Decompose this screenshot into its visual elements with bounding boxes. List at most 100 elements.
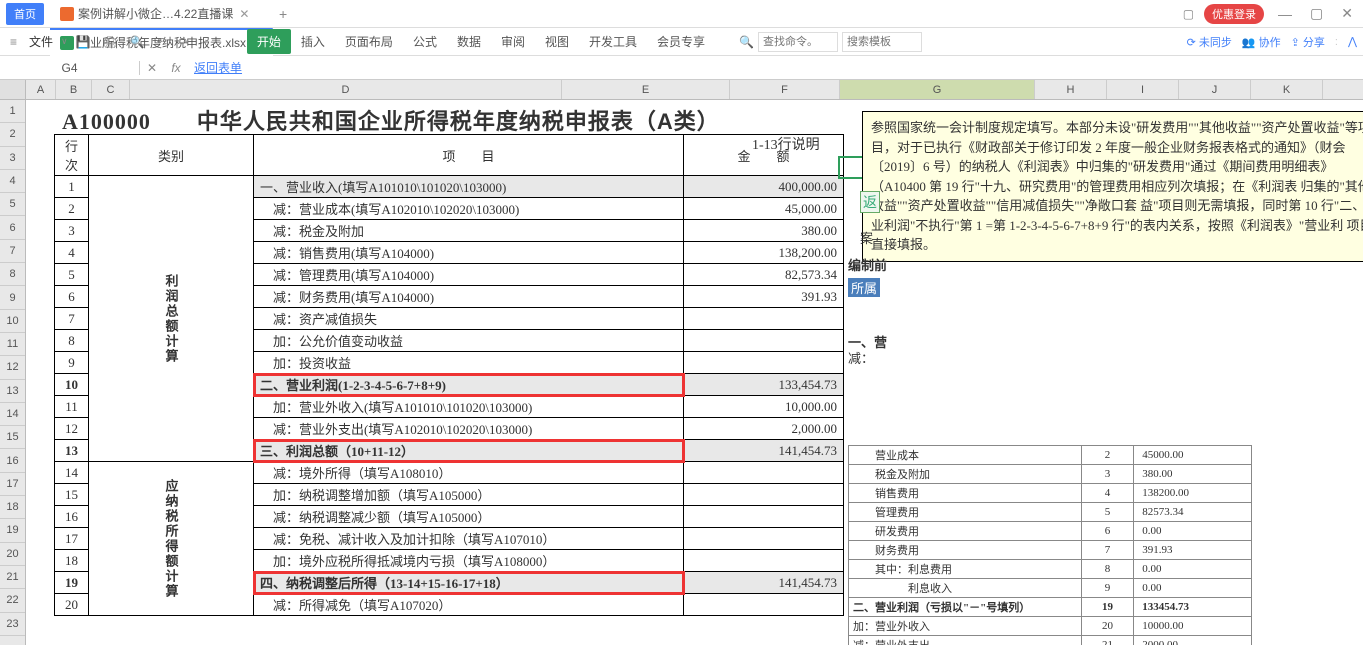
row-header[interactable]: 10 — [0, 310, 25, 333]
hc-cell: 13 — [55, 440, 89, 462]
print-icon[interactable]: 🖨 — [99, 35, 122, 49]
row-header[interactable]: 5 — [0, 193, 25, 216]
fx-icon[interactable]: fx — [164, 61, 188, 75]
ribbon-tab-8[interactable]: 会员专享 — [647, 29, 715, 54]
col-header[interactable]: B — [56, 80, 92, 99]
cancel-formula-icon[interactable]: ✕ — [140, 61, 164, 75]
col-header[interactable]: C — [92, 80, 130, 99]
xm-cell: 减：营业外支出(填写A102010\102020\103000) — [254, 418, 684, 440]
close-window-button[interactable]: ✕ — [1337, 5, 1357, 22]
ribbon-tab-5[interactable]: 审阅 — [491, 29, 535, 54]
category-cell: 应纳税所得额计算 — [89, 462, 254, 616]
formula-input[interactable]: 返回表单 — [188, 59, 1363, 76]
col-header[interactable]: D — [130, 80, 562, 99]
minimize-button[interactable]: — — [1274, 6, 1296, 22]
app-menu-icon[interactable]: ≡ — [6, 35, 21, 49]
tab-label: 案例讲解小微企…4.22直播课 — [78, 5, 233, 22]
sync-status[interactable]: ⟳ 未同步 — [1187, 34, 1232, 50]
new-tab-button[interactable]: + — [273, 6, 293, 22]
row-header[interactable]: 12 — [0, 356, 25, 379]
collab-button[interactable]: 👥 协作 — [1242, 34, 1281, 50]
row-header[interactable]: 17 — [0, 473, 25, 496]
row-header[interactable]: 8 — [0, 263, 25, 286]
row-header[interactable]: 15 — [0, 426, 25, 449]
col-header[interactable]: F — [730, 80, 840, 99]
xm-cell: 减：纳税调整减少额（填写A105000） — [254, 506, 684, 528]
search-command-input[interactable] — [758, 32, 838, 52]
sub-c2: 2 — [1081, 446, 1133, 465]
home-tab[interactable]: 首页 — [6, 3, 44, 25]
xm-cell: 减：资产减值损失 — [254, 308, 684, 330]
hc-cell: 20 — [55, 594, 89, 616]
row-header[interactable]: 23 — [0, 613, 25, 636]
col-header[interactable]: J — [1179, 80, 1251, 99]
hc-cell: 1 — [55, 176, 89, 198]
col-header[interactable]: K — [1251, 80, 1323, 99]
row-header[interactable]: 1 — [0, 100, 25, 123]
col-header[interactable]: I — [1107, 80, 1179, 99]
undo-icon[interactable]: ↶ — [153, 35, 171, 49]
ribbon-tab-2[interactable]: 页面布局 — [335, 29, 403, 54]
more-icon[interactable]: ⋀ — [1348, 35, 1357, 48]
je-cell: 82,573.34 — [684, 264, 844, 286]
table-row: 1利润总额计算一、营业收入(填写A101010\101020\103000)40… — [55, 176, 844, 198]
sub-c1: 研发费用 — [849, 522, 1082, 541]
row-header[interactable]: 13 — [0, 380, 25, 403]
xm-cell: 减：销售费用(填写A104000) — [254, 242, 684, 264]
name-box[interactable]: G4 — [0, 61, 140, 75]
search-template-input[interactable] — [842, 32, 922, 52]
sub-c3: 2000.00 — [1134, 636, 1252, 645]
ribbon-tab-3[interactable]: 公式 — [403, 29, 447, 54]
select-all-corner[interactable] — [0, 80, 26, 99]
row-header[interactable]: 11 — [0, 333, 25, 356]
row-header[interactable]: 18 — [0, 496, 25, 519]
redo-icon[interactable]: ↷ — [175, 35, 193, 49]
ribbon-tab-1[interactable]: 插入 — [291, 29, 335, 54]
sub-c2: 20 — [1081, 617, 1133, 636]
row-header[interactable]: 3 — [0, 147, 25, 170]
ribbon-tab-6[interactable]: 视图 — [535, 29, 579, 54]
maximize-button[interactable]: ▢ — [1306, 5, 1327, 22]
xm-cell: 减：营业成本(填写A102010\102020\103000) — [254, 198, 684, 220]
row-header[interactable]: 19 — [0, 519, 25, 542]
sheet-area: ABCDEFGHIJK 1234567891011121314151617181… — [0, 80, 1363, 645]
row-header[interactable]: 16 — [0, 449, 25, 472]
row-header[interactable]: 9 — [0, 286, 25, 309]
table-row: 营业成本245000.00 — [849, 446, 1252, 465]
col-header[interactable]: G — [840, 80, 1035, 99]
document-tab[interactable]: 案例讲解小微企…4.22直播课 ✕ — [50, 0, 273, 28]
col-header[interactable]: H — [1035, 80, 1107, 99]
je-cell — [684, 550, 844, 572]
row-header[interactable]: 20 — [0, 543, 25, 566]
sub-c2: 8 — [1081, 560, 1133, 579]
col-header[interactable]: A — [26, 80, 56, 99]
ribbon-tab-4[interactable]: 数据 — [447, 29, 491, 54]
table-row: 管理费用582573.34 — [849, 503, 1252, 522]
ribbon-tab-0[interactable]: 开始 — [247, 29, 291, 54]
row-header[interactable]: 6 — [0, 216, 25, 239]
row-header[interactable]: 21 — [0, 566, 25, 589]
row-header[interactable]: 7 — [0, 240, 25, 263]
close-tab-icon[interactable]: ✕ — [239, 7, 249, 21]
file-menu[interactable]: 文件 — [25, 33, 57, 50]
sub-c2: 19 — [1081, 598, 1133, 617]
sub-c1: 利息收入 — [849, 579, 1082, 598]
return-badge[interactable]: 返 — [860, 191, 880, 213]
preview-icon[interactable]: 🔍 — [126, 35, 149, 49]
table-row: 14应纳税所得额计算 减：境外所得（填写A108010） — [55, 462, 844, 484]
je-cell: 391.93 — [684, 286, 844, 308]
file-dropdown-icon[interactable]: ∨ — [61, 36, 68, 47]
row-header[interactable]: 4 — [0, 170, 25, 193]
row-header[interactable]: 14 — [0, 403, 25, 426]
cells-area[interactable]: A100000 中华人民共和国企业所得税年度纳税申报表（A类） 行次 类别 项 … — [26, 100, 1363, 645]
share-button[interactable]: ⇪ 分享 — [1291, 34, 1325, 50]
sub-c1: 销售费用 — [849, 484, 1082, 503]
col-header[interactable]: E — [562, 80, 730, 99]
row-header[interactable]: 2 — [0, 123, 25, 146]
save-icon[interactable]: 💾 — [72, 35, 95, 49]
table-row: 减：营业外支出212000.00 — [849, 636, 1252, 645]
login-badge[interactable]: 优惠登录 — [1204, 4, 1264, 24]
sub-c2: 5 — [1081, 503, 1133, 522]
row-header[interactable]: 22 — [0, 589, 25, 612]
ribbon-tab-7[interactable]: 开发工具 — [579, 29, 647, 54]
